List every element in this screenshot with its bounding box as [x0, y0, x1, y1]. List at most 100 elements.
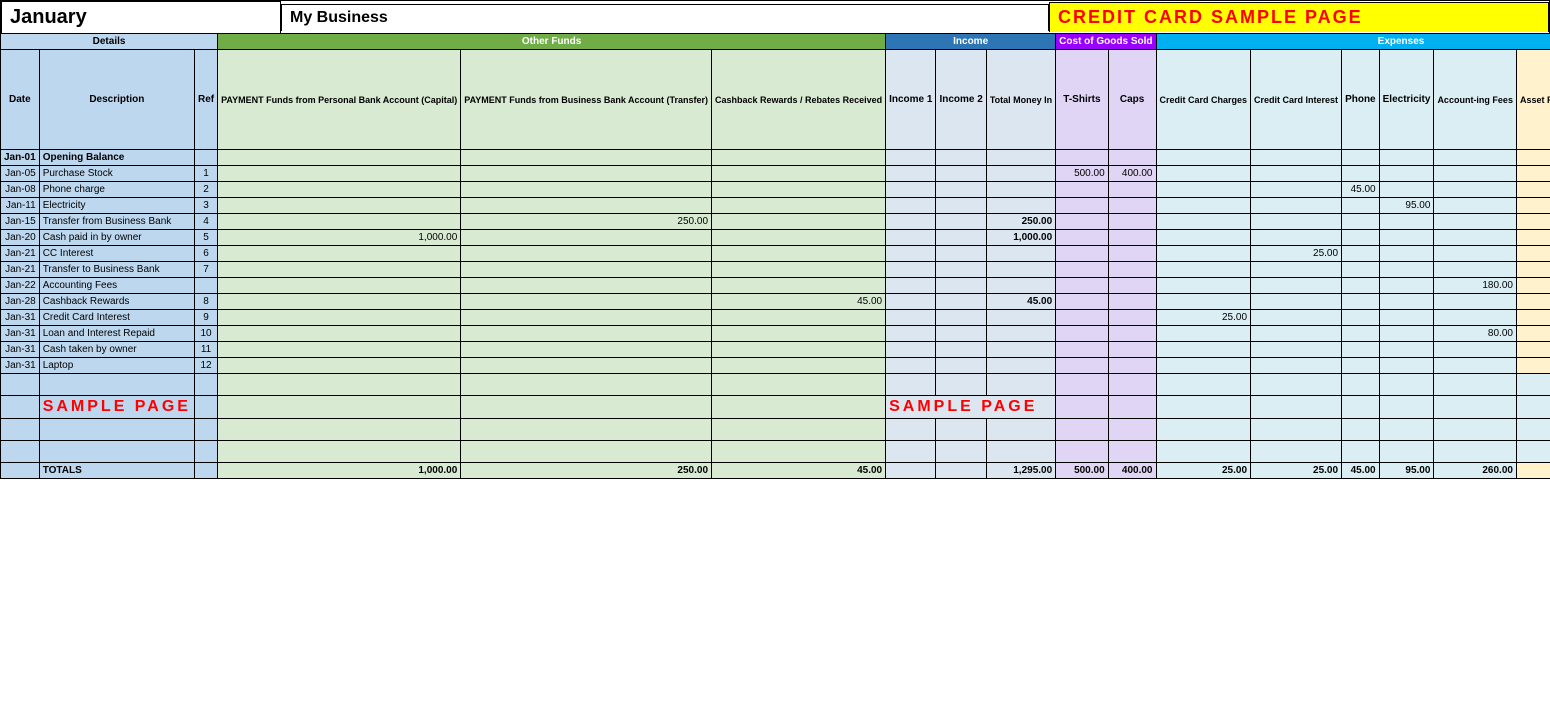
- totals-cell: 45.00: [712, 463, 886, 479]
- table-cell: [1342, 198, 1380, 214]
- totals-cell: 250.00: [461, 463, 712, 479]
- table-cell: [461, 262, 712, 278]
- table-cell: [986, 358, 1055, 374]
- table-cell: [1342, 278, 1380, 294]
- totals-cell: 1,295.00: [986, 463, 1055, 479]
- table-cell: [986, 166, 1055, 182]
- table-cell: [1434, 294, 1517, 310]
- table-row: Jan-21Transfer to Business Bank7: [1, 262, 1550, 278]
- empty-cell: [712, 374, 886, 396]
- table-cell: [218, 214, 461, 230]
- table-cell: [936, 310, 986, 326]
- table-cell: [461, 278, 712, 294]
- table-cell: [1434, 310, 1517, 326]
- th-tshirts: T-Shirts: [1056, 50, 1108, 150]
- table-cell: [712, 246, 886, 262]
- cell-description: Purchase Stock: [39, 166, 194, 182]
- table-cell: [712, 214, 886, 230]
- table-cell: [1156, 166, 1251, 182]
- table-cell: [986, 278, 1055, 294]
- table-row: Jan-28Cashback Rewards845.0045.00: [1, 294, 1550, 310]
- totals-cell: 800.00: [1516, 463, 1550, 479]
- th-income1: Income 1: [886, 50, 936, 150]
- table-cell: [461, 198, 712, 214]
- main-table: Details Other Funds Income Cost of Goods…: [0, 33, 1550, 479]
- table-cell: [712, 230, 886, 246]
- table-cell: [1156, 294, 1251, 310]
- table-cell: [1342, 262, 1380, 278]
- empty-cell: [1108, 419, 1156, 441]
- empty-cell: [1251, 396, 1342, 419]
- table-cell: [1379, 358, 1434, 374]
- totals-cell: [886, 463, 936, 479]
- table-cell: [1056, 294, 1108, 310]
- empty-cell: [1342, 396, 1380, 419]
- table-cell: [1108, 262, 1156, 278]
- table-cell: [712, 358, 886, 374]
- totals-cell: 1,000.00: [218, 463, 461, 479]
- table-cell: [1251, 198, 1342, 214]
- table-cell: [461, 294, 712, 310]
- empty-cell: [1342, 441, 1380, 463]
- empty-cell: [1516, 396, 1550, 419]
- table-cell: [986, 262, 1055, 278]
- empty-cell: [1056, 441, 1108, 463]
- empty-cell: [1056, 396, 1108, 419]
- table-cell: [712, 342, 886, 358]
- table-cell: [886, 230, 936, 246]
- table-row: Jan-20Cash paid in by owner51,000.001,00…: [1, 230, 1550, 246]
- table-cell: [1251, 294, 1342, 310]
- th-electricity: Electricity: [1379, 50, 1434, 150]
- table-cell: [886, 262, 936, 278]
- th-income2: Income 2: [936, 50, 986, 150]
- table-cell: [1108, 198, 1156, 214]
- table-cell: [886, 278, 936, 294]
- table-cell: [1379, 150, 1434, 166]
- th-ref: Ref: [194, 50, 217, 150]
- table-cell: [1108, 230, 1156, 246]
- table-cell: [936, 278, 986, 294]
- cell-ref: 5: [194, 230, 217, 246]
- empty-cell: [1, 396, 40, 419]
- cell-ref: 1: [194, 166, 217, 182]
- table-row: Jan-22Accounting Fees180.00: [1, 278, 1550, 294]
- table-cell: [1108, 294, 1156, 310]
- cell-description: Opening Balance: [39, 150, 194, 166]
- table-cell: [886, 310, 936, 326]
- table-cell: [1516, 214, 1550, 230]
- table-cell: [461, 310, 712, 326]
- table-cell: [1342, 310, 1380, 326]
- table-row: Jan-05Purchase Stock1500.00400.00: [1, 166, 1550, 182]
- cell-ref: 9: [194, 310, 217, 326]
- th-date: Date: [1, 50, 40, 150]
- business-cell: My Business: [281, 4, 1049, 31]
- table-cell: [1156, 198, 1251, 214]
- th-cashback: Cashback Rewards / Rebates Received: [712, 50, 886, 150]
- table-cell: [1056, 182, 1108, 198]
- cell-date: Jan-08: [1, 182, 40, 198]
- table-cell: 1,000.00: [218, 230, 461, 246]
- table-cell: 25.00: [1251, 246, 1342, 262]
- table-row: Jan-21CC Interest625.00: [1, 246, 1550, 262]
- table-cell: [1434, 150, 1517, 166]
- top-header: January My Business CREDIT CARD SAMPLE P…: [0, 0, 1550, 33]
- table-cell: [986, 342, 1055, 358]
- table-cell: [1342, 166, 1380, 182]
- empty-cell: [1434, 374, 1517, 396]
- table-row: Jan-11Electricity395.00: [1, 198, 1550, 214]
- totals-cell: [1, 463, 40, 479]
- table-cell: [1342, 246, 1380, 262]
- th-accounting-fees: Account-ing Fees: [1434, 50, 1517, 150]
- table-cell: [886, 358, 936, 374]
- table-cell: [1516, 342, 1550, 358]
- empty-cell: [712, 441, 886, 463]
- table-cell: [461, 230, 712, 246]
- table-cell: [1251, 342, 1342, 358]
- table-cell: [886, 182, 936, 198]
- totals-cell: [194, 463, 217, 479]
- table-cell: [886, 150, 936, 166]
- table-cell: [986, 310, 1055, 326]
- cell-description: Loan and Interest Repaid: [39, 326, 194, 342]
- table-cell: [1516, 262, 1550, 278]
- empty-cell: [194, 374, 217, 396]
